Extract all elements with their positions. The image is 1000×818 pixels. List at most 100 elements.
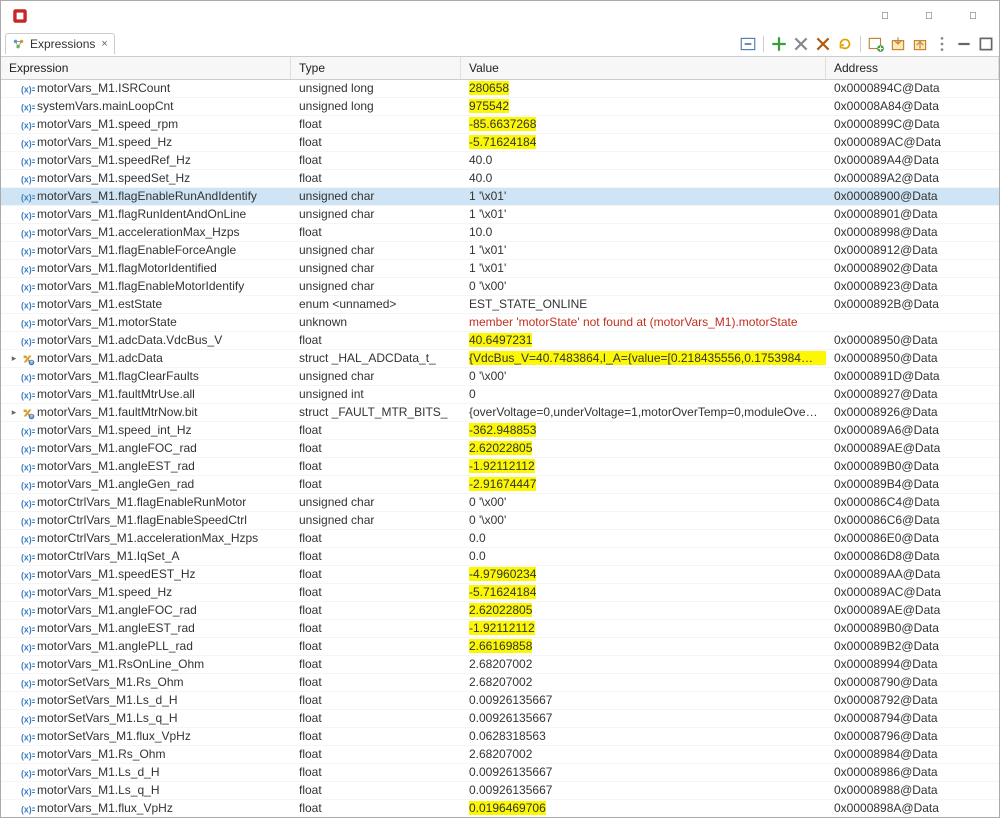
table-row[interactable]: (x)=motorSetVars_M1.flux_VpHzfloat0.0628… <box>1 728 999 746</box>
table-row[interactable]: (x)=motorVars_M1.speed_Hzfloat-5.7162418… <box>1 134 999 152</box>
table-row[interactable]: (x)=motorCtrlVars_M1.flagEnableRunMotoru… <box>1 494 999 512</box>
expression-value[interactable]: 1 '\x01' <box>461 241 826 260</box>
table-row[interactable]: (x)=motorVars_M1.speedSet_Hzfloat40.00x0… <box>1 170 999 188</box>
add-expression-button[interactable] <box>770 35 788 53</box>
table-row[interactable]: (x)=motorVars_M1.angleEST_radfloat-1.921… <box>1 620 999 638</box>
table-row[interactable]: (x)=motorVars_M1.speed_int_Hzfloat-362.9… <box>1 422 999 440</box>
expressions-grid[interactable]: Expression Type Value Address (x)=motorV… <box>1 57 999 817</box>
table-row[interactable]: (x)=motorVars_M1.speedRef_Hzfloat40.00x0… <box>1 152 999 170</box>
table-row[interactable]: (x)=motorVars_M1.Ls_d_Hfloat0.0092613566… <box>1 764 999 782</box>
expression-value[interactable]: 280658 <box>461 79 826 98</box>
expression-value[interactable]: -85.6637268 <box>461 115 826 134</box>
expression-value[interactable]: 2.68207002 <box>461 655 826 674</box>
expression-value[interactable]: 40.0 <box>461 151 826 170</box>
expression-value[interactable]: 0 <box>461 385 826 404</box>
expression-value[interactable]: 40.0 <box>461 169 826 188</box>
table-row[interactable]: (x)=motorVars_M1.flagRunIdentAndOnLineun… <box>1 206 999 224</box>
table-row[interactable]: (x)=motorVars_M1.accelerationMax_Hzpsflo… <box>1 224 999 242</box>
expression-value[interactable]: -4.97960234 <box>461 565 826 584</box>
table-row[interactable]: (x)=motorVars_M1.flagEnableForceAngleuns… <box>1 242 999 260</box>
table-row[interactable]: (x)=motorVars_M1.speedEST_Hzfloat-4.9796… <box>1 566 999 584</box>
expression-value[interactable]: 1 '\x01' <box>461 205 826 224</box>
table-row[interactable]: (x)=motorVars_M1.flux_VpHzfloat0.0196469… <box>1 800 999 817</box>
expression-value[interactable]: 0 '\x00' <box>461 277 826 296</box>
table-row[interactable]: (x)=motorSetVars_M1.Ls_q_Hfloat0.0092613… <box>1 710 999 728</box>
tab-expressions[interactable]: Expressions × <box>5 33 115 54</box>
expression-value[interactable]: 40.6497231 <box>461 331 826 350</box>
table-row[interactable]: (x)=motorVars_M1.Ls_q_Hfloat0.0092613566… <box>1 782 999 800</box>
table-row[interactable]: (x)=motorVars_M1.angleEST_radfloat-1.921… <box>1 458 999 476</box>
col-expression[interactable]: Expression <box>1 57 291 79</box>
table-row[interactable]: (x)=motorVars_M1.speed_Hzfloat-5.7162418… <box>1 584 999 602</box>
new-view-button[interactable] <box>867 35 885 53</box>
expression-value[interactable]: -1.92112112 <box>461 457 826 476</box>
tab-close-icon[interactable]: × <box>101 38 107 50</box>
view-menu-button[interactable] <box>933 35 951 53</box>
table-row[interactable]: (x)=motorCtrlVars_M1.flagEnableSpeedCtrl… <box>1 512 999 530</box>
table-row[interactable]: (x)=motorVars_M1.RsOnLine_Ohmfloat2.6820… <box>1 656 999 674</box>
remove-all-button[interactable] <box>814 35 832 53</box>
expression-value[interactable]: -362.948853 <box>461 421 826 440</box>
window-minimize-button[interactable]:  <box>863 2 907 30</box>
table-row[interactable]: (x)=motorVars_M1.anglePLL_radfloat2.6616… <box>1 638 999 656</box>
expression-value[interactable]: member 'motorState' not found at (motorV… <box>461 313 826 332</box>
table-row[interactable]: (x)=motorVars_M1.flagEnableMotorIdentify… <box>1 278 999 296</box>
expression-value[interactable]: 2.66169858 <box>461 637 826 656</box>
expression-value[interactable]: 0.00926135667 <box>461 709 826 728</box>
maximize-view-button[interactable] <box>977 35 995 53</box>
table-row[interactable]: (x)=motorVars_M1.flagEnableRunAndIdentif… <box>1 188 999 206</box>
expression-value[interactable]: -2.91674447 <box>461 475 826 494</box>
export-button[interactable] <box>911 35 929 53</box>
table-row[interactable]: (x)=motorVars_M1.angleFOC_radfloat2.6202… <box>1 602 999 620</box>
table-row[interactable]: (x)=motorVars_M1.flagClearFaultsunsigned… <box>1 368 999 386</box>
table-row[interactable]: (x)=systemVars.mainLoopCntunsigned long9… <box>1 98 999 116</box>
expression-value[interactable]: 0 '\x00' <box>461 493 826 512</box>
expression-value[interactable]: 1 '\x01' <box>461 259 826 278</box>
col-value[interactable]: Value <box>461 57 826 79</box>
expression-value[interactable]: 0 '\x00' <box>461 367 826 386</box>
import-button[interactable] <box>889 35 907 53</box>
expression-value[interactable]: 10.0 <box>461 223 826 242</box>
table-row[interactable]: (x)=motorSetVars_M1.Rs_Ohmfloat2.6820700… <box>1 674 999 692</box>
expression-value[interactable]: 0.0 <box>461 547 826 566</box>
expression-value[interactable]: {overVoltage=0,underVoltage=1,motorOverT… <box>461 403 826 422</box>
col-address[interactable]: Address <box>826 57 999 79</box>
expression-value[interactable]: -1.92112112 <box>461 619 826 638</box>
expression-value[interactable]: 1 '\x01' <box>461 187 826 206</box>
table-row[interactable]: (x)=motorVars_M1.speed_rpmfloat-85.66372… <box>1 116 999 134</box>
expression-value[interactable]: EST_STATE_ONLINE <box>461 295 826 314</box>
expression-value[interactable]: 0.00926135667 <box>461 691 826 710</box>
expression-value[interactable]: -5.71624184 <box>461 133 826 152</box>
table-row[interactable]: (x)=motorVars_M1.flagMotorIdentifiedunsi… <box>1 260 999 278</box>
expression-value[interactable]: 0.00926135667 <box>461 763 826 782</box>
table-row[interactable]: (x)=motorCtrlVars_M1.accelerationMax_Hzp… <box>1 530 999 548</box>
refresh-button[interactable] <box>836 35 854 53</box>
window-maximize-button[interactable]:  <box>907 2 951 30</box>
expression-value[interactable]: 0.0628318563 <box>461 727 826 746</box>
expression-value[interactable]: 2.68207002 <box>461 673 826 692</box>
collapse-all-button[interactable] <box>739 35 757 53</box>
col-type[interactable]: Type <box>291 57 461 79</box>
table-row[interactable]: ▸motorVars_M1.adcDatastruct _HAL_ADCData… <box>1 350 999 368</box>
expression-value[interactable]: 975542 <box>461 97 826 116</box>
table-row[interactable]: (x)=motorVars_M1.adcData.VdcBus_Vfloat40… <box>1 332 999 350</box>
table-row[interactable]: (x)=motorCtrlVars_M1.IqSet_Afloat0.00x00… <box>1 548 999 566</box>
expression-value[interactable]: 2.68207002 <box>461 745 826 764</box>
expression-value[interactable]: 2.62022805 <box>461 601 826 620</box>
table-row[interactable]: (x)=motorVars_M1.angleFOC_radfloat2.6202… <box>1 440 999 458</box>
minimize-view-button[interactable] <box>955 35 973 53</box>
remove-button[interactable] <box>792 35 810 53</box>
expression-value[interactable]: {VdcBus_V=40.7483864,I_A={value=[0.21843… <box>461 349 826 368</box>
table-row[interactable]: (x)=motorVars_M1.motorStateunknownmember… <box>1 314 999 332</box>
window-close-button[interactable]:  <box>951 2 995 30</box>
expression-value[interactable]: -5.71624184 <box>461 583 826 602</box>
expression-value[interactable]: 0 '\x00' <box>461 511 826 530</box>
table-row[interactable]: (x)=motorVars_M1.estStateenum <unnamed>E… <box>1 296 999 314</box>
expand-twisty[interactable]: ▸ <box>9 404 19 421</box>
expression-value[interactable]: 2.62022805 <box>461 439 826 458</box>
table-row[interactable]: (x)=motorSetVars_M1.Ls_d_Hfloat0.0092613… <box>1 692 999 710</box>
table-row[interactable]: (x)=motorVars_M1.angleGen_radfloat-2.916… <box>1 476 999 494</box>
expand-twisty[interactable]: ▸ <box>9 350 19 367</box>
table-row[interactable]: (x)=motorVars_M1.Rs_Ohmfloat2.682070020x… <box>1 746 999 764</box>
expression-value[interactable]: 0.0 <box>461 529 826 548</box>
